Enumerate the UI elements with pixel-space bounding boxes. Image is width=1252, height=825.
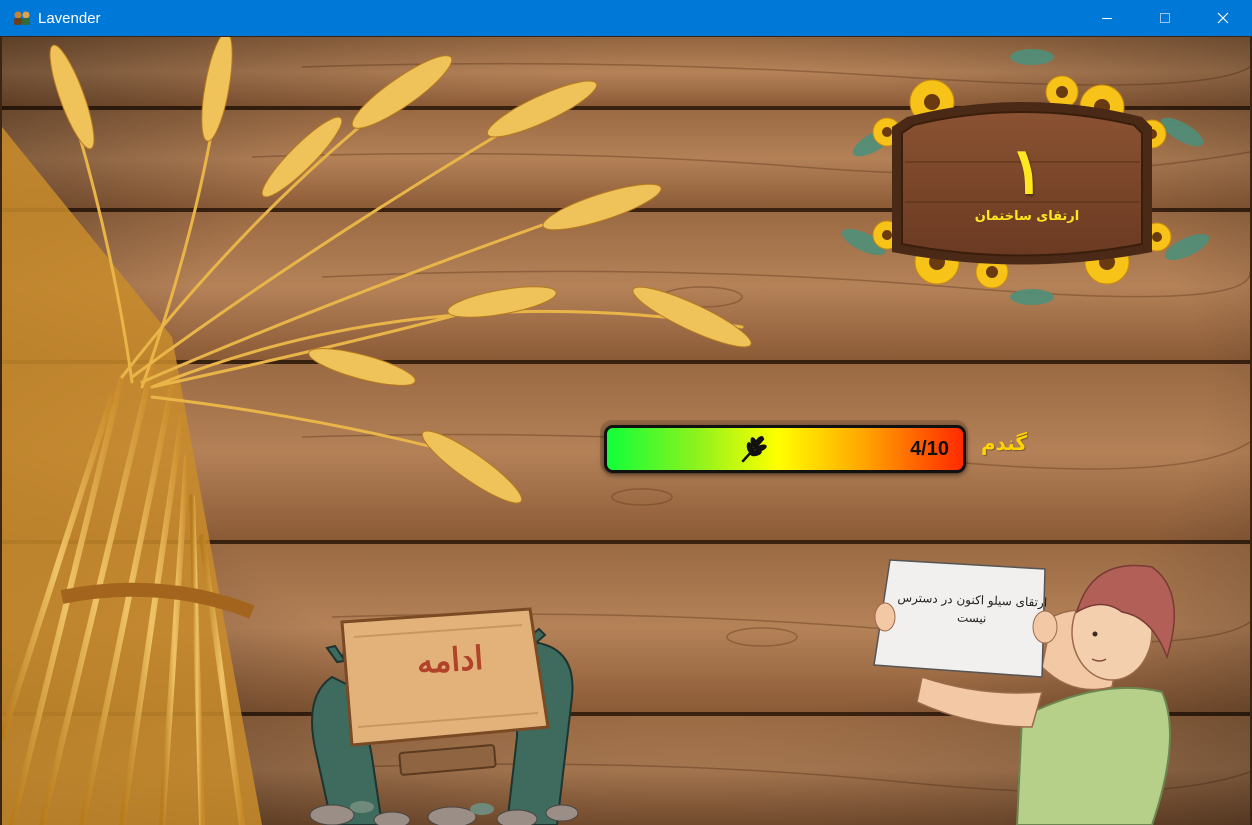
window-titlebar: Lavender xyxy=(0,0,1252,36)
close-icon xyxy=(1217,12,1229,24)
progress-count: 4/10 xyxy=(910,438,949,460)
app-icon xyxy=(12,10,32,26)
window-controls xyxy=(1078,0,1252,36)
minimize-icon xyxy=(1102,18,1112,19)
maximize-button[interactable] xyxy=(1136,0,1194,36)
close-button[interactable] xyxy=(1194,0,1252,36)
notice-text: ارتقای سیلو اکنون در دسترس نیست xyxy=(897,590,1048,626)
minimize-button[interactable] xyxy=(1078,0,1136,36)
game-scene: ۱ ارتقای ساختمان 4/10 گندم ادامه ارتقای … xyxy=(2,37,1250,825)
level-caption: ارتقای ساختمان xyxy=(974,209,1080,224)
resource-progress-bar: 4/10 xyxy=(604,425,966,473)
maximize-icon xyxy=(1160,13,1170,23)
wheat-icon xyxy=(741,436,767,463)
resource-label: گندم xyxy=(980,431,1027,455)
window-title: Lavender xyxy=(38,9,101,27)
level-number: ۱ xyxy=(1009,134,1045,209)
